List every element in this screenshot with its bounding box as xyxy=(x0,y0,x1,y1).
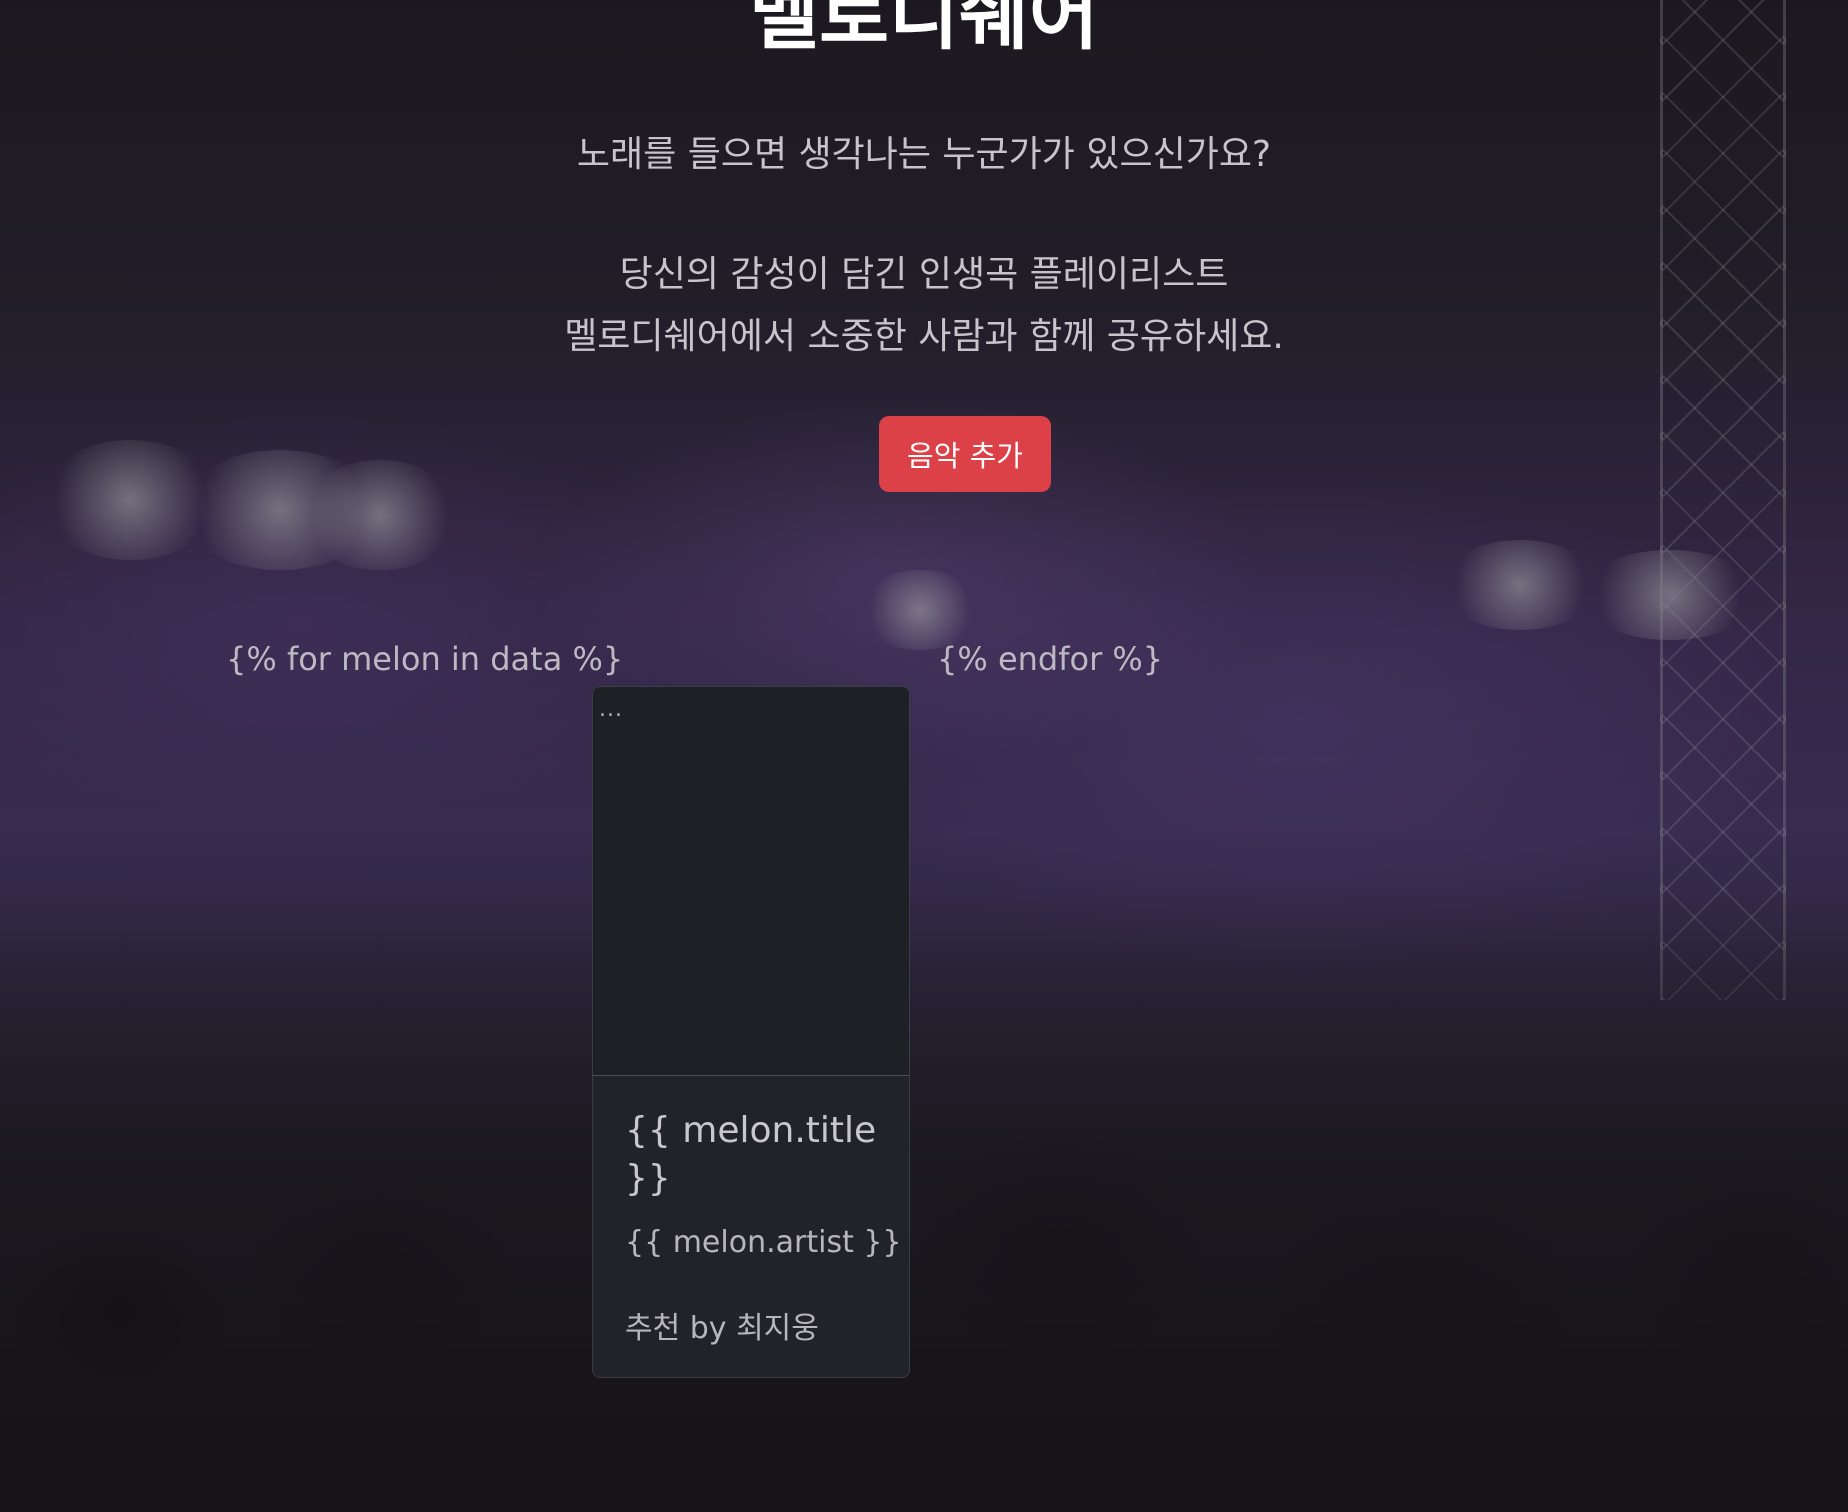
add-music-button[interactable]: 음악 추가 xyxy=(879,416,1051,492)
card-artist: {{ melon.artist }} xyxy=(625,1225,902,1260)
lead-line-1: 노래를 들으면 생각나는 누군가가 있으신가요? xyxy=(576,134,1272,175)
card-title: {{ melon.title }} xyxy=(625,1110,877,1199)
card-recommender: 추천 by 최지웅 xyxy=(625,1311,819,1346)
template-for-tag: {% for melon in data %} xyxy=(226,640,624,678)
lead-line-3: 멜로디쉐어에서 소중한 사람과 함께 공유하세요. xyxy=(564,316,1284,357)
lead-line-2: 당신의 감성이 담긴 인생곡 플레이리스트 xyxy=(619,254,1229,295)
album-image-alt-text: ... xyxy=(599,697,623,722)
template-endfor-tag: {% endfor %} xyxy=(937,640,1164,678)
hero-content: 멜로디쉐어 노래를 들으면 생각나는 누군가가 있으신가요? 당신의 감성이 담… xyxy=(0,0,1848,1512)
music-card[interactable]: ... {{ melon.title }} {{ melon.artist }}… xyxy=(592,686,910,1378)
album-image: ... xyxy=(593,687,909,1076)
site-title: 멜로디쉐어 xyxy=(749,0,1099,60)
page-background: 멜로디쉐어 노래를 들으면 생각나는 누군가가 있으신가요? 당신의 감성이 담… xyxy=(0,0,1848,1512)
